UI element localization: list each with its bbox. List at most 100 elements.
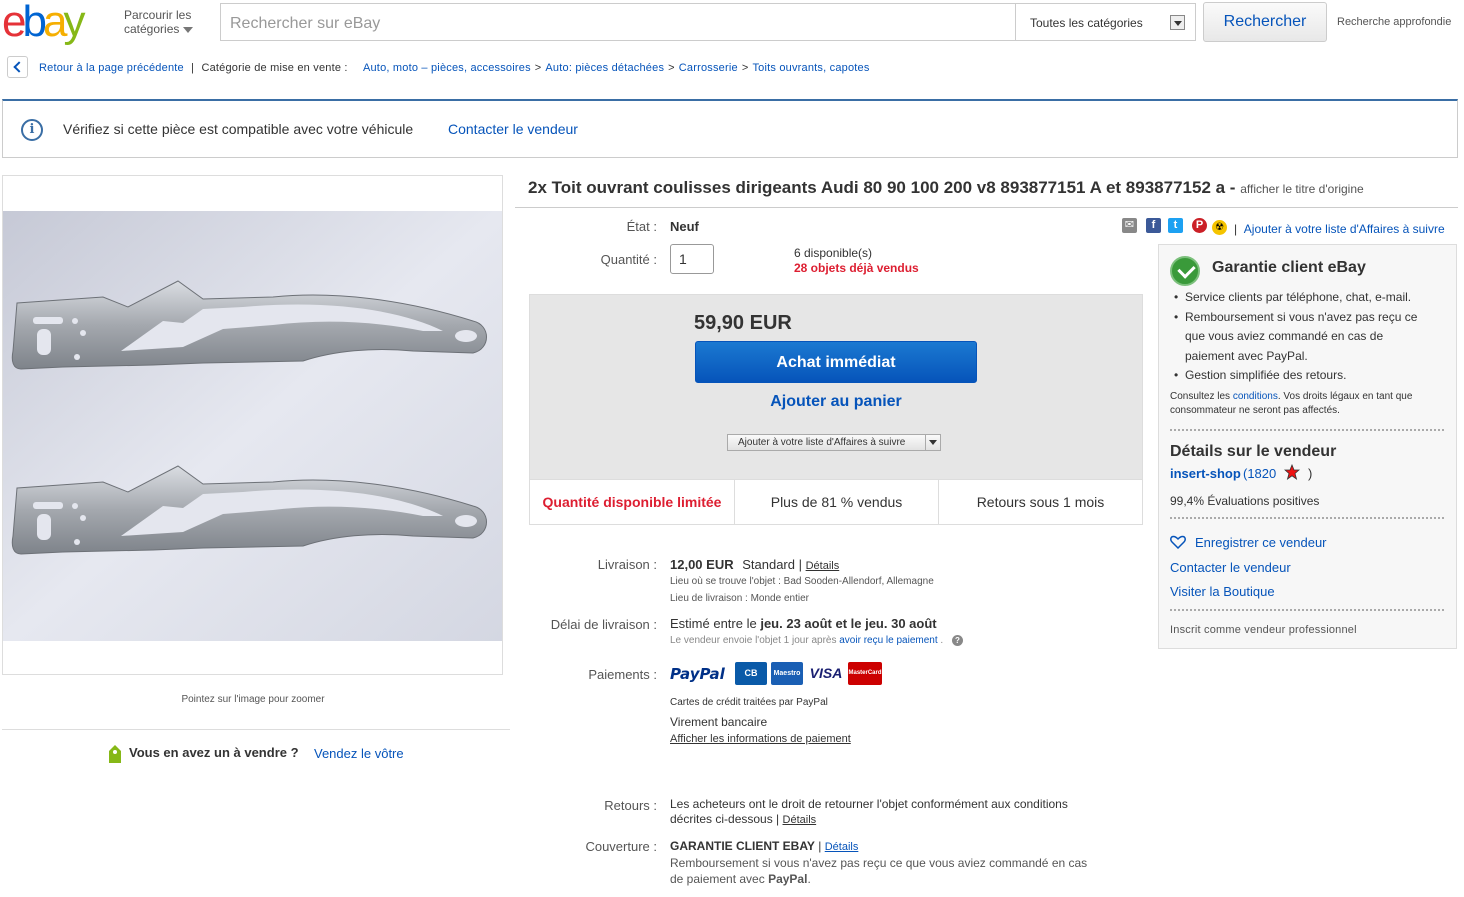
returns-text-line: Les acheteurs ont le droit de retourner … [670,797,1068,811]
returns-details-link[interactable]: Détails [783,814,817,826]
twitter-icon[interactable]: t [1168,218,1183,233]
heart-icon[interactable] [1170,535,1186,549]
seller-name: insert-shop [1170,466,1241,481]
payments-label: Paiements : [588,667,657,682]
mastercard-card-icon: MasterCard [848,662,882,685]
bank-transfer: Virement bancaire [670,715,768,729]
original-title-link[interactable]: afficher le titre d'origine [1240,182,1363,196]
available-count: 6 disponible(s) [794,246,873,260]
add-to-watchlist-label: Ajouter à votre liste d'Affaires à suivr… [738,437,906,448]
sold-count: 28 objets déjà vendus [794,261,919,275]
add-to-watchlist-button[interactable]: Ajouter à votre liste d'Affaires à suivr… [727,434,941,451]
divider [2,729,510,730]
compatibility-bar: i Vérifiez si cette pièce est compatible… [2,99,1458,158]
add-to-cart-button[interactable]: Ajouter au panier [695,393,977,411]
back-arrow-icon[interactable] [7,56,28,78]
category-select-value: Toutes les catégories [1030,16,1143,30]
professional-seller-note: Inscrit comme vendeur professionnel [1170,624,1357,636]
returns-text-line: décrites ci-dessous | [670,812,780,826]
browse-label-1: Parcourir les [124,8,192,22]
question-icon[interactable]: ? [951,635,963,646]
contact-seller-link[interactable]: Contacter le vendeur [448,121,578,137]
breadcrumb-item[interactable]: Toits ouvrants, capotes [752,62,869,74]
pinterest-icon[interactable]: P [1192,218,1207,233]
price: 59,90 EUR [694,312,792,334]
ships-to: Lieu de livraison : Monde entier [670,593,809,604]
add-to-watchlist-link[interactable]: Ajouter à votre liste d'Affaires à suivr… [1244,222,1445,236]
delivery-note-text: Le vendeur envoie l'objet 1 jour après [670,635,837,646]
condition-value: Neuf [670,219,699,234]
coverage-title: GARANTIE CLIENT EBAY [670,839,815,853]
guarantee-title: Garantie client eBay [1212,259,1366,276]
info-icon: i [21,119,43,141]
coverage-label: Couverture : [585,839,657,854]
guarantee-bullet-cont: paiement avec PayPal. [1185,349,1308,363]
stat-returns: Retours sous 1 mois [938,479,1143,525]
item-location: Lieu où se trouve l'objet : Bad Sooden-A… [670,576,934,587]
guarantee-bullet: Gestion simplifiée des retours. [1172,366,1447,386]
seller-positive-feedback: 99,4% Évaluations positives [1170,494,1320,508]
back-link[interactable]: Retour à la page précédente [39,62,184,74]
dropdown-arrow-icon[interactable] [925,435,940,450]
paypal-logo-text: PayPal [670,665,725,683]
seller-score-link[interactable]: (1820 [1243,466,1276,481]
email-icon[interactable]: ✉ [1122,218,1137,233]
item-title-text: 2x Toit ouvrant coulisses dirigeants Aud… [528,178,1236,197]
product-image[interactable] [3,211,502,641]
delivery-note: Le vendeur envoie l'objet 1 jour après a… [670,635,963,646]
card-note: Cartes de crédit traitées par PayPal [670,697,828,708]
breadcrumb: Retour à la page précédente | Catégorie … [39,62,870,74]
delivery-estimate-prefix: Estimé entre le [670,616,757,631]
divider [1170,609,1444,611]
maestro-card-icon: Maestro [771,662,803,685]
coverage-text: GARANTIE CLIENT EBAY | Détails Rembourse… [670,838,1140,887]
search-input[interactable]: Rechercher sur eBay [220,3,1016,41]
breadcrumb-item[interactable]: Auto, moto – pièces, accessoires [363,62,531,74]
coverage-details-link[interactable]: Détails [825,841,859,853]
quantity-input[interactable]: 1 [670,244,714,274]
radiation-icon[interactable]: ☢ [1212,220,1227,235]
sell-question: Vous en avez un à vendre ? [129,745,299,760]
breadcrumb-item[interactable]: Auto: pièces détachées [545,62,664,74]
guarantee-note: Consultez les conditions. Vos droits lég… [1170,391,1413,416]
handshake-icon [1170,256,1200,286]
compatibility-text: Vérifiez si cette pièce est compatible a… [63,121,414,137]
buy-now-button[interactable]: Achat immédiat [695,341,977,383]
seller-name-link[interactable]: insert-shop [1170,466,1241,481]
guarantee-bullet: Remboursement si vous n'avez pas reçu ce [1172,308,1447,328]
coverage-text-line: Remboursement si vous n'avez pas reçu ce… [670,856,1088,870]
search-button[interactable]: Rechercher [1203,2,1327,42]
logo-letter-y: y [63,2,85,46]
divider [515,207,1458,208]
star-icon [1284,464,1300,480]
payment-info-link[interactable]: Afficher les informations de paiement [670,733,851,745]
conditions-link[interactable]: conditions [1233,391,1278,402]
shipping-price: 12,00 EUR [670,557,734,572]
category-select[interactable]: Toutes les catégories [1016,3,1196,41]
contact-seller-side-link[interactable]: Contacter le vendeur [1170,560,1291,575]
shipping-details-link[interactable]: Détails [806,560,840,572]
svg-text:ebay: ebay [2,2,85,46]
guarantee-bullet-cont: que vous aviez commandé en cas de [1185,329,1384,343]
ebay-logo[interactable]: ebay [2,2,120,46]
shipping-label: Livraison : [597,557,657,572]
breadcrumb-category-label: Catégorie de mise en vente : [201,62,348,74]
save-seller-link[interactable]: Enregistrer ce vendeur [1195,535,1327,550]
divider [1170,429,1444,431]
advanced-search-link[interactable]: Recherche approfondie [1337,16,1451,28]
breadcrumb-item[interactable]: Carrosserie [679,62,738,74]
payment-received-link[interactable]: avoir reçu le paiement [839,635,937,646]
zoom-hint: Pointez sur l'image pour zoomer [181,694,325,705]
shipping-method: Standard | [742,557,802,572]
browse-categories[interactable]: Parcourir les catégories [124,8,194,36]
seller-score-close: ) [1308,466,1313,481]
shipping-line: 12,00 EUR Standard | Détails [670,557,839,572]
delivery-dates: jeu. 23 août et le jeu. 30 août [760,616,937,631]
tag-icon [109,745,121,763]
breadcrumb-separator: | [191,62,195,74]
seller-heading: Détails sur le vendeur [1170,443,1337,460]
delivery-estimate: Estimé entre le jeu. 23 août et le jeu. … [670,616,937,631]
sell-yours-link[interactable]: Vendez le vôtre [314,746,404,761]
visit-store-link[interactable]: Visiter la Boutique [1170,584,1275,599]
facebook-icon[interactable]: f [1146,218,1161,233]
